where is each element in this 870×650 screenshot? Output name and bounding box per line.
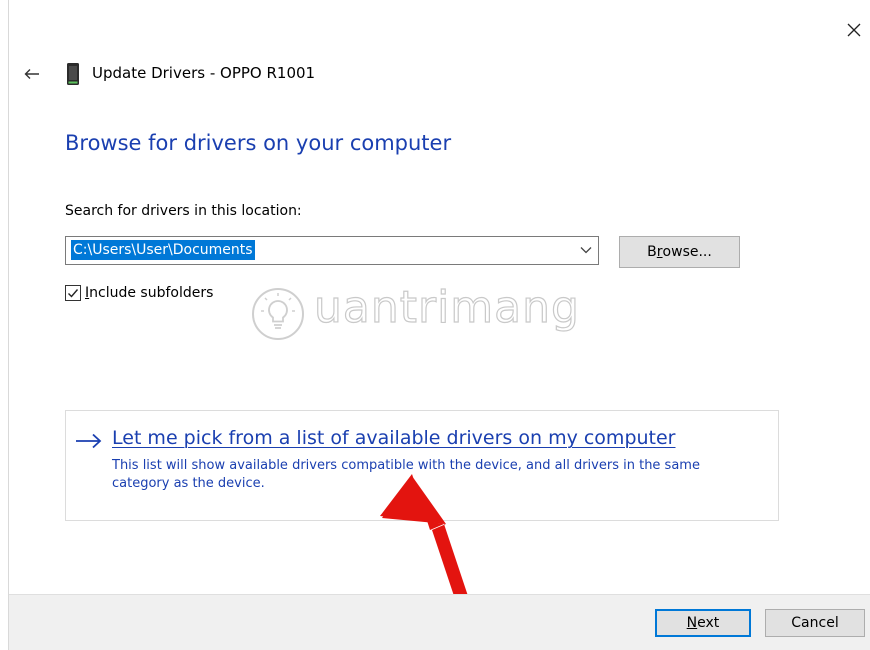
close-button[interactable]: [840, 16, 868, 44]
red-pointer-arrow: [380, 474, 470, 608]
search-location-label: Search for drivers in this location:: [65, 203, 302, 219]
phone-icon: [67, 63, 79, 85]
window-left-border: [8, 0, 9, 650]
page-heading: Browse for drivers on your computer: [65, 131, 452, 155]
update-drivers-window: Update Drivers - OPPO R1001 Browse for d…: [0, 0, 870, 650]
right-arrow-icon: [76, 433, 102, 449]
location-combobox[interactable]: C:\Users\User\Documents: [65, 236, 599, 265]
back-arrow-icon: [24, 69, 39, 79]
watermark: uantrimang: [248, 278, 580, 348]
chevron-down-icon[interactable]: [580, 245, 592, 255]
browse-label-start: B: [647, 244, 657, 260]
browse-button[interactable]: Br owse...: [619, 236, 740, 268]
window-title: Update Drivers - OPPO R1001: [92, 64, 316, 82]
location-input-value[interactable]: C:\Users\User\Documents: [71, 240, 255, 260]
close-icon: [847, 23, 861, 37]
include-subfolders-row[interactable]: Include subfolders: [65, 283, 213, 303]
pick-from-list-link[interactable]: Let me pick from a list of available dri…: [112, 427, 676, 449]
dialog-footer: Next Cancel: [9, 594, 870, 650]
cancel-button[interactable]: Cancel: [765, 609, 865, 637]
back-button[interactable]: [18, 60, 46, 88]
next-accesskey: N: [686, 615, 698, 631]
include-label-end: nclude subfolders: [89, 285, 214, 301]
include-subfolders-label[interactable]: Include subfolders: [85, 285, 213, 301]
lightbulb-icon: [252, 288, 304, 340]
next-label-end: ext: [697, 615, 720, 631]
checkmark-icon: [68, 289, 79, 298]
next-button[interactable]: Next: [655, 609, 751, 637]
include-subfolders-checkbox[interactable]: [65, 285, 81, 301]
watermark-text: uantrimang: [313, 281, 580, 333]
browse-label-end: owse...: [662, 244, 712, 260]
